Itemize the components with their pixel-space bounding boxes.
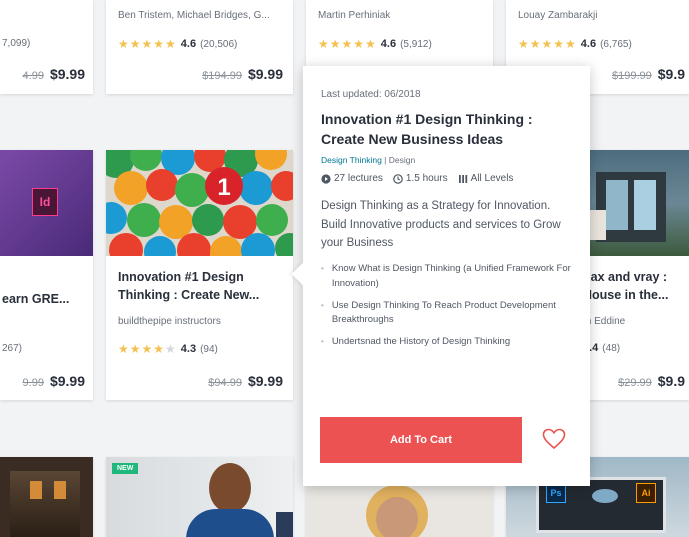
objectives-list: • Know What is Design Thinking (a Unified… [321,262,572,349]
star-rating-icon: ★★★★★ [318,37,377,51]
original-price: $194.99 [202,70,242,82]
play-circle-icon [321,174,331,184]
course-card[interactable]: 7,099) 4.99 $9.99 [0,0,93,94]
rating: ★★★★★ 4.6 (20,506) [118,37,237,51]
original-price: $199.99 [611,70,652,82]
rating-count: (48) [602,342,621,354]
svg-text:1: 1 [217,174,230,201]
instructor-name: buildthepipe instructors [118,316,221,327]
objective-item: • Use Design Thinking To Reach Product De… [321,299,572,328]
lectures-info: 27 lectures [321,173,383,184]
course-meta: 27 lectures 1.5 hours All Levels [321,173,572,184]
lectures-count: 27 lectures [334,173,383,185]
new-badge: NEW [112,463,139,474]
category-link[interactable]: Design Thinking [321,155,382,165]
price-block: $94.99 $9.99 [208,373,283,389]
course-thumbnail [10,471,80,537]
price-block: $29.99 $9.9 [618,373,685,389]
original-price: $29.99 [618,377,652,389]
price-block: 4.99 $9.99 [23,66,85,82]
original-price: 4.99 [22,70,44,82]
instructor-name: Ben Tristem, Michael Bridges, G... [118,10,270,21]
star-rating-icon: ★★★★★ [518,37,577,51]
course-grid-page: 7,099) 4.99 $9.99 Ben Tristem, Michael B… [0,0,689,537]
bullet-icon: • [321,337,324,347]
star-rating-icon: ★★★★★ [118,37,177,51]
sale-price: $9.99 [49,66,85,82]
rating-count: 267) [2,343,23,354]
instructor-name: Louay Zambarakji [518,10,598,21]
course-description: Design Thinking as a Strategy for Innova… [321,200,561,249]
breadcrumb: Design Thinking | Design [321,155,572,165]
wishlist-heart-icon[interactable] [542,428,566,450]
indesign-icon: Id [32,188,58,216]
course-thumbnail: Id [0,150,93,256]
course-preview-popover: Last updated: 06/2018 Innovation #1 Desi… [291,66,590,486]
bullet-icon: • [321,300,324,310]
sale-price: $9.99 [49,373,85,389]
duration-value: 1.5 hours [405,173,448,185]
umbrellas-image: 1 [106,150,293,256]
original-price: 9.99 [22,377,44,389]
objective-item: • Undertsnad the History of Design Thinki… [321,335,572,349]
rating: ★★★★★ 4.6 (5,912) [318,37,432,51]
bullet-icon: • [321,264,324,274]
last-updated: Last updated: 06/2018 [321,89,421,100]
original-price: $94.99 [208,377,242,389]
course-thumbnail: 1 [106,150,293,256]
objective-item: • Know What is Design Thinking (a Unified… [321,262,572,291]
price-block: 9.99 $9.99 [23,373,85,389]
course-card[interactable]: NEW [106,457,293,537]
course-card[interactable]: Ben Tristem, Michael Bridges, G... ★★★★★… [106,0,293,94]
rating-value: 4.3 [180,343,197,355]
level-info: All Levels [458,173,514,185]
popover-arrow [291,262,315,286]
rating-count: (20,506) [200,38,238,50]
sale-price: $9.99 [247,373,283,389]
rating-count: 7,099) [2,38,31,49]
illustrator-icon: Ai [636,483,656,503]
rating-value: 4.6 [580,38,597,50]
rating: ★★★★★ 4.3 (94) [118,342,218,356]
category-separator: | [384,155,387,166]
sale-price: $9.99 [247,66,283,82]
rating-value: 4.6 [380,38,397,50]
course-title: nax and vray : House in the... [583,270,669,303]
duration-info: 1.5 hours [393,173,448,184]
clock-icon [393,173,403,184]
add-to-cart-button[interactable]: Add To Cart [320,417,522,463]
objective-text: Undertsnad the History of Design Thinkin… [331,336,511,348]
level-value: All Levels [470,173,514,185]
course-card[interactable] [0,457,93,537]
objective-text: Know What is Design Thinking (a Unified … [331,263,571,289]
course-card[interactable]: Id earn GRE... 267) 9.99 $9.99 [0,150,93,400]
price-block: $194.99 $9.99 [202,66,283,82]
subcategory-link[interactable]: Design [389,155,415,165]
rating-count: (94) [200,343,218,355]
star-rating-icon: ★★★★★ [118,342,177,356]
course-card[interactable]: 1 Innovation #1 Design Thinking : Create… [106,150,293,400]
photoshop-icon: Ps [546,483,566,503]
rating-count: (5,912) [400,38,432,50]
level-bars-icon [458,174,467,183]
price-block: $199.99 $9.9 [612,66,685,82]
sale-price: $9.9 [657,373,685,389]
objective-text: Use Design Thinking To Reach Product Dev… [331,299,556,326]
course-title: Innovation #1 Design Thinking : Create N… [118,270,260,303]
instructor-name: Martin Perhiniak [318,10,391,21]
popover-course-title[interactable]: Innovation #1 Design Thinking : Create N… [321,110,572,149]
course-title: earn GRE... [2,292,70,306]
rating: ★★★★★ 4.6 (6,765) [518,37,632,51]
rating-value: 4.6 [180,38,197,50]
rating-count: (6,765) [600,38,632,50]
sale-price: $9.9 [657,66,685,82]
